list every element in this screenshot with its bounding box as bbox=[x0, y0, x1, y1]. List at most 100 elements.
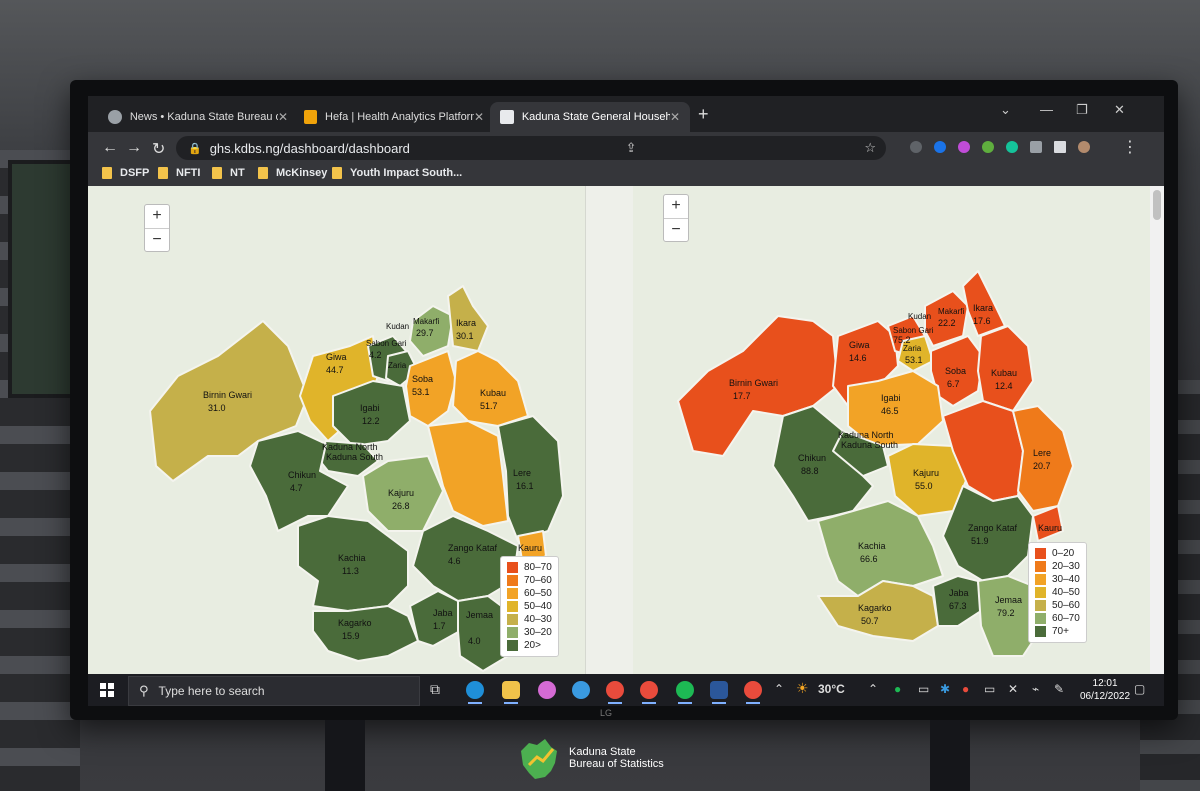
map-label: Soba bbox=[945, 366, 966, 376]
map-label: Kubau bbox=[480, 388, 506, 398]
legend-item: 50–60 bbox=[1035, 599, 1080, 612]
spotify-tray-icon[interactable]: ● bbox=[894, 682, 901, 696]
extension-icon[interactable] bbox=[910, 141, 922, 153]
bookmark-nt[interactable]: NT bbox=[212, 167, 245, 179]
monitor-stand-right bbox=[930, 720, 970, 791]
region-lere bbox=[497, 415, 564, 542]
map-label: Kudan bbox=[386, 322, 409, 331]
clock-time: 12:01 bbox=[1092, 678, 1118, 689]
puzzle-icon[interactable] bbox=[1030, 141, 1042, 153]
search-placeholder: Type here to search bbox=[158, 684, 265, 698]
chevron-up-icon[interactable]: ⌃ bbox=[774, 682, 784, 696]
map-label: Kachia bbox=[858, 541, 886, 551]
scrollbar-thumb[interactable] bbox=[1153, 190, 1161, 220]
bluetooth-icon[interactable]: ✱ bbox=[940, 682, 950, 696]
map-value: 4.7 bbox=[290, 483, 303, 493]
share-icon[interactable]: ⇪ bbox=[626, 140, 637, 156]
tray-chevron-icon[interactable]: ⌃ bbox=[868, 682, 878, 696]
legend-item: 50–40 bbox=[507, 600, 552, 613]
map-value: 31.0 bbox=[208, 403, 226, 413]
forward-arrow-icon[interactable]: → bbox=[126, 139, 142, 157]
close-icon[interactable]: ✕ bbox=[474, 110, 484, 124]
tab-news[interactable]: News • Kaduna State Bureau of S ✕ bbox=[98, 102, 298, 132]
restore-icon[interactable]: ❐ bbox=[1076, 102, 1088, 118]
map-panel-right: + − Birnin Gwari 17.7 Giwa 14.6 Sabon Ga… bbox=[633, 186, 1150, 674]
reload-icon[interactable]: ↻ bbox=[152, 139, 165, 159]
page-scrollbar[interactable] bbox=[1150, 186, 1164, 674]
minimize-icon[interactable]: — bbox=[1040, 102, 1053, 117]
menu-dots-icon[interactable]: ⋮ bbox=[1122, 137, 1138, 157]
battery-icon[interactable]: ▭ bbox=[984, 682, 995, 696]
bookmark-nfti[interactable]: NFTI bbox=[158, 167, 200, 179]
map-label: Kachia bbox=[338, 553, 366, 563]
monitor-tray-icon[interactable]: ▭ bbox=[918, 682, 929, 696]
notification-icon[interactable]: ▢ bbox=[1134, 682, 1145, 696]
close-icon[interactable]: ✕ bbox=[278, 110, 288, 124]
file-explorer-icon[interactable] bbox=[502, 681, 520, 704]
tab-hefa[interactable]: Hefa | Health Analytics Platform ✕ bbox=[294, 102, 494, 132]
windows-start-icon[interactable] bbox=[100, 683, 114, 697]
map-label: Kaduna North bbox=[838, 430, 894, 440]
antivirus-icon[interactable]: ● bbox=[962, 682, 969, 696]
chevron-down-icon[interactable]: ⌄ bbox=[1000, 102, 1011, 118]
map-value: 4.2 bbox=[369, 350, 382, 360]
check-extension-icon[interactable] bbox=[934, 141, 946, 153]
weather-sun-icon[interactable]: ☀ bbox=[796, 680, 809, 697]
pen-icon[interactable]: ✎ bbox=[1054, 682, 1064, 696]
map-value: 26.8 bbox=[392, 501, 410, 511]
address-bar[interactable]: 🔒 ghs.kdbs.ng/dashboard/dashboard ⇪ ☆ bbox=[176, 136, 886, 160]
legend-item: 80–70 bbox=[507, 561, 552, 574]
close-window-icon[interactable]: ✕ bbox=[1114, 102, 1125, 118]
bookmark-dsfp[interactable]: DSFP bbox=[102, 167, 149, 179]
star-icon[interactable]: ☆ bbox=[864, 140, 876, 156]
map-label: Lere bbox=[513, 468, 531, 478]
brand-line1: Kaduna State bbox=[569, 746, 636, 758]
word-icon[interactable] bbox=[710, 681, 728, 704]
avatar[interactable] bbox=[1078, 141, 1090, 153]
bookmarks-bar: DSFP NFTI NT McKinsey Youth Impact South… bbox=[88, 164, 1164, 187]
green-extension-icon[interactable] bbox=[982, 141, 994, 153]
spotify-icon[interactable] bbox=[676, 681, 694, 704]
network-icon[interactable]: ⌁ bbox=[1032, 682, 1039, 696]
back-arrow-icon[interactable]: ← bbox=[102, 139, 118, 157]
map-label: Ikara bbox=[456, 318, 476, 328]
legend-item: 0–20 bbox=[1035, 547, 1080, 560]
map-label: Sabon Gari bbox=[893, 326, 934, 335]
kdbs-watermark: Kaduna State Bureau of Statistics bbox=[515, 735, 664, 781]
map-label: Jaba bbox=[433, 608, 453, 618]
chrome-icon[interactable] bbox=[640, 681, 658, 704]
region-lere bbox=[1012, 405, 1074, 512]
taskbar-search-box[interactable]: ⚲ Type here to search bbox=[128, 676, 420, 706]
bookmark-mckinsey[interactable]: McKinsey bbox=[258, 167, 327, 179]
edge-icon[interactable] bbox=[466, 681, 484, 704]
taskbar-clock[interactable]: 12:01 06/12/2022 bbox=[1080, 677, 1130, 703]
map-label: Kaduna North bbox=[322, 442, 378, 452]
new-tab-button[interactable]: + bbox=[698, 104, 709, 125]
map-label: Chikun bbox=[288, 470, 316, 480]
legend-item: 30–20 bbox=[507, 626, 552, 639]
task-view-icon[interactable]: ⧉ bbox=[430, 681, 448, 699]
map-value: 50.7 bbox=[861, 616, 879, 626]
app-icon[interactable] bbox=[572, 681, 590, 699]
map-value: 88.8 bbox=[801, 466, 819, 476]
bookmark-youth-impact[interactable]: Youth Impact South... bbox=[332, 167, 462, 179]
map-label: Giwa bbox=[326, 352, 347, 362]
map-label: Giwa bbox=[849, 340, 870, 350]
chrome-profile-icon[interactable] bbox=[744, 681, 762, 704]
map-label: Zango Kataf bbox=[448, 543, 498, 553]
map-label: Makarfi bbox=[413, 317, 439, 326]
close-icon[interactable]: ✕ bbox=[670, 110, 680, 124]
map-value: 15.9 bbox=[342, 631, 360, 641]
volume-muted-icon[interactable]: ✕ bbox=[1008, 682, 1018, 696]
map-label: Kubau bbox=[991, 368, 1017, 378]
paint-icon[interactable] bbox=[538, 681, 556, 699]
slack-icon[interactable] bbox=[606, 681, 624, 704]
sidebar-icon[interactable] bbox=[1054, 141, 1066, 153]
tab-kaduna-household[interactable]: Kaduna State General Household ✕ bbox=[490, 102, 690, 132]
monitor-logo: LG bbox=[600, 708, 613, 718]
map-value: 53.1 bbox=[905, 355, 923, 365]
map-label: Igabi bbox=[360, 403, 380, 413]
color-extension-icon[interactable] bbox=[958, 141, 970, 153]
temperature-readout[interactable]: 30°C bbox=[818, 682, 845, 696]
grammarly-icon[interactable] bbox=[1006, 141, 1018, 153]
